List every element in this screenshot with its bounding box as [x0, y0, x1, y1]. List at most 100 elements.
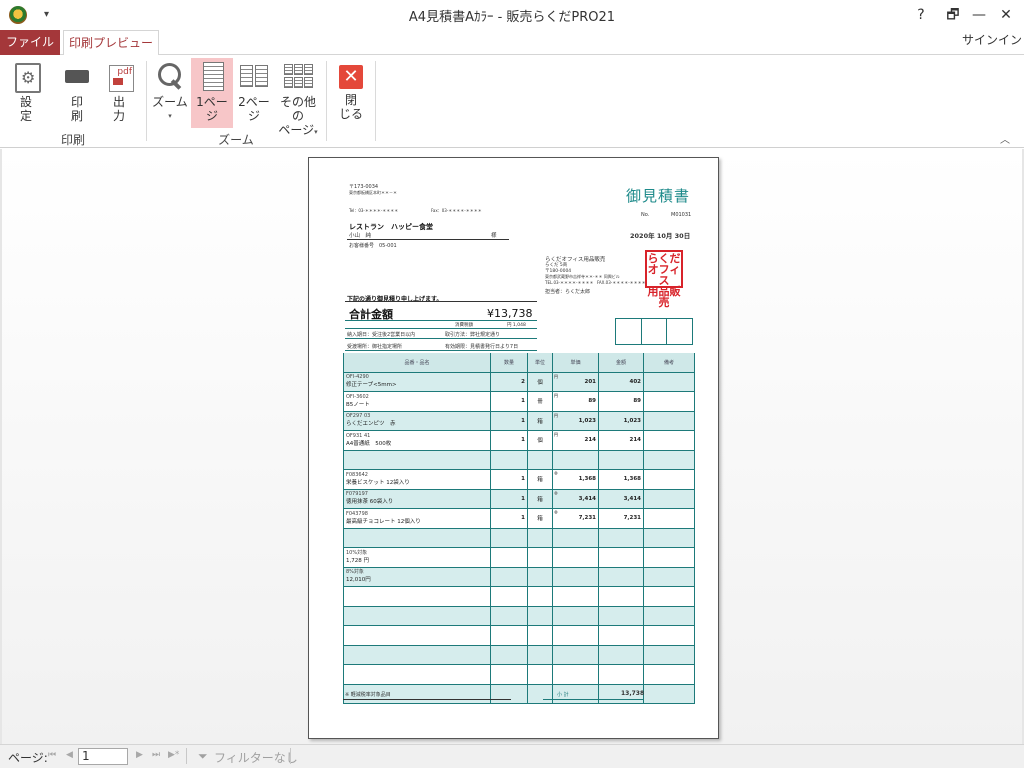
filter-status[interactable]: フィルターなし — [214, 749, 298, 766]
item-price-cell — [552, 664, 599, 685]
page-settings-icon — [11, 61, 41, 93]
tab-print-preview[interactable]: 印刷プレビュー — [63, 30, 159, 56]
tax-underline — [345, 328, 537, 329]
group-label-print: 印刷 — [60, 133, 85, 147]
item-price-cell: ※ 3,414 — [552, 489, 599, 509]
ribbon: 設 定 印 刷 出 力 印刷 ズーム ▾ 1ペー ジ 2ペー ジ その他の ペー… — [0, 55, 1024, 148]
item-unit — [527, 645, 553, 665]
item-cell: F043798 最高級チョコレート 12個入り — [343, 508, 491, 529]
two-page-icon — [239, 61, 269, 91]
one-page-button[interactable]: 1ペー ジ — [191, 58, 233, 128]
item-unit — [527, 547, 553, 568]
item-cell: F083642 栄養ビスケット 12袋入り — [343, 469, 491, 490]
preview-page[interactable]: 〒173-0034 東京都板橋区本町＊＊－＊ Tel：03-＊＊＊＊-＊＊＊＊ … — [308, 157, 719, 739]
item-unit: 箱 — [527, 411, 553, 431]
item-qty — [490, 645, 528, 665]
item-qty — [490, 625, 528, 646]
item-price-cell — [552, 547, 599, 568]
item-price-cell — [552, 450, 599, 470]
price-currency-mark: 円 — [554, 393, 558, 398]
item-amount — [598, 528, 644, 548]
item-name: 1,728 円 — [346, 557, 369, 564]
item-amount: 214 — [598, 430, 644, 451]
item-amount: 1,368 — [598, 469, 644, 490]
prev-page-icon[interactable]: ◀ — [66, 750, 73, 760]
print-button[interactable]: 印 刷 — [58, 58, 96, 128]
item-unit — [527, 528, 553, 548]
filter-icon: ⏷ — [198, 749, 208, 763]
collapse-ribbon-icon[interactable]: ︿ — [1000, 131, 1010, 146]
help-button[interactable]: ? — [910, 4, 932, 26]
company-seal: らくだ オフィス 用品販売 — [645, 250, 683, 308]
close-window-button[interactable]: ✕ — [995, 4, 1017, 26]
item-remarks — [643, 391, 695, 412]
magnifier-icon — [155, 61, 185, 91]
item-unit: 個 — [527, 372, 553, 392]
status-separator — [290, 748, 291, 764]
document-no-label: No. — [641, 212, 650, 218]
item-amount — [598, 664, 644, 685]
item-code: 10%対象 — [346, 549, 368, 556]
approval-boxes — [615, 318, 693, 345]
item-name: 12,010円 — [346, 577, 371, 584]
item-qty: 2 — [490, 372, 528, 392]
close-icon: ✕ — [339, 65, 363, 89]
subtotal-value: 13,738 — [621, 690, 645, 697]
item-unit — [527, 567, 553, 587]
next-page-icon[interactable]: ▶ — [136, 750, 143, 760]
print-preview-area[interactable]: 〒173-0034 東京都板橋区本町＊＊－＊ Tel：03-＊＊＊＊-＊＊＊＊ … — [0, 149, 1024, 744]
item-amount — [598, 625, 644, 646]
item-price: 1,368 — [578, 476, 596, 483]
group-separator — [326, 61, 327, 141]
item-qty: 1 — [490, 469, 528, 490]
last-page-icon[interactable]: ⏭ — [152, 750, 160, 760]
window-title: A4見積書Aｶﾗｰ - 販売らくだPRO21 — [408, 10, 616, 25]
two-page-button[interactable]: 2ペー ジ — [234, 58, 274, 128]
item-unit — [527, 684, 553, 704]
item-amount: 1,023 — [598, 411, 644, 431]
item-qty — [490, 528, 528, 548]
terms-underline — [345, 338, 537, 339]
price-currency-mark: 円 — [554, 373, 558, 379]
item-unit: 箱 — [527, 469, 553, 490]
signin-link[interactable]: サインイン — [962, 31, 1022, 48]
item-qty — [490, 586, 528, 607]
item-price-cell: 円 1,023 — [552, 411, 599, 431]
tab-file[interactable]: ファイル — [0, 30, 60, 55]
header-remarks: 備考 — [643, 353, 695, 373]
payment-terms: 取引方法：弊社規定通り — [445, 332, 501, 338]
pdf-icon — [104, 61, 134, 92]
close-preview-button[interactable]: ✕ 閉 じる — [333, 58, 369, 128]
item-name: らくだエンピツ 赤 — [346, 421, 396, 428]
items-header-row: 品番・品名 数量 単位 単価 金額 備考 — [343, 353, 695, 373]
item-qty — [490, 606, 528, 626]
settings-button[interactable]: 設 定 — [9, 58, 43, 128]
ribbon-display-options-button[interactable]: 🗗 — [942, 4, 964, 26]
new-record-icon[interactable]: ▶* — [168, 750, 179, 760]
item-remarks — [643, 372, 695, 392]
item-remarks — [643, 508, 695, 529]
item-price-cell — [552, 625, 599, 646]
ribbon-tab-row: ファイル 印刷プレビュー サインイン — [0, 30, 1024, 56]
item-amount — [598, 586, 644, 607]
page-label: ページ: — [8, 751, 48, 765]
page-number-input[interactable]: 1 — [78, 748, 128, 765]
item-cell — [343, 664, 491, 685]
company-person: 担当者：らくだ太郎 — [545, 289, 591, 295]
output-pdf-button[interactable]: 出 力 — [100, 58, 138, 128]
total-underline — [345, 320, 537, 321]
other-pages-button[interactable]: その他の ページ▾ — [276, 58, 320, 137]
item-price-cell — [552, 586, 599, 607]
zoom-button[interactable]: ズーム ▾ — [150, 58, 190, 128]
table-row: F079197 徳用抹茶 60袋入り 1 箱 ※ 3,414 3,414 — [343, 489, 695, 509]
item-code: F043798 — [346, 510, 368, 517]
item-amount — [598, 645, 644, 665]
subtotal-label: 小 計 — [557, 692, 569, 698]
minimize-button[interactable]: — — [968, 4, 990, 26]
first-page-icon[interactable]: ⏮ — [48, 750, 56, 760]
item-name: 修正テープ<5mm> — [346, 382, 397, 389]
item-price-cell — [552, 645, 599, 665]
item-price: 1,023 — [578, 417, 596, 424]
item-price-cell: 円 201 — [552, 372, 599, 392]
item-code: 8%対象 — [346, 569, 364, 576]
